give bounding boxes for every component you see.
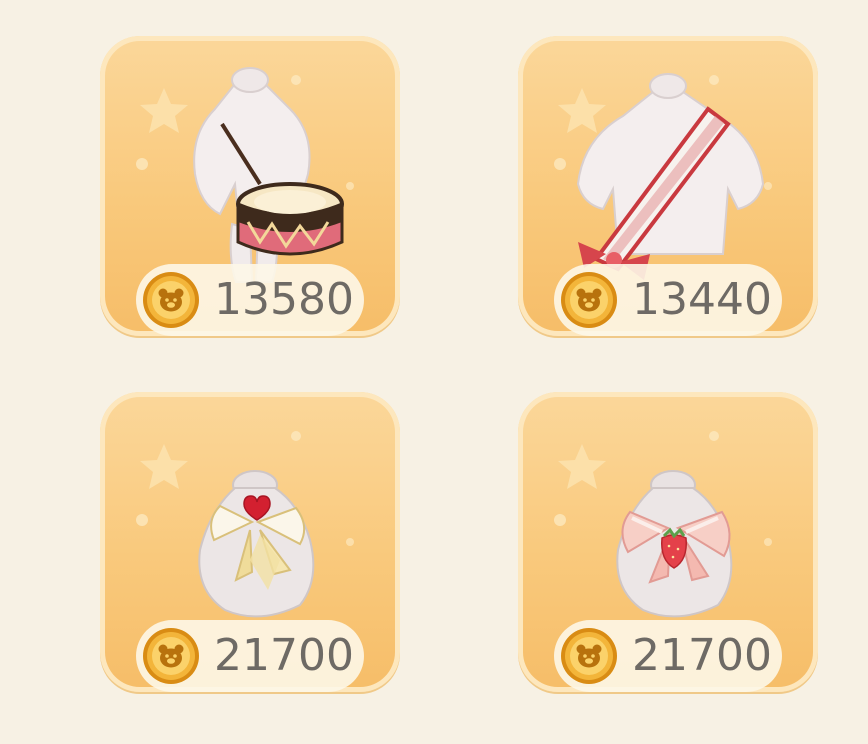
drum-outfit-icon bbox=[193, 67, 344, 283]
bear-coin-icon bbox=[561, 628, 617, 684]
bear-coin-icon bbox=[143, 628, 199, 684]
shop-item-card-drum-outfit[interactable]: 13580 bbox=[100, 36, 400, 336]
price-tag: 21700 bbox=[554, 620, 782, 692]
cream-bow-top-icon bbox=[198, 470, 315, 618]
price-tag: 13440 bbox=[554, 264, 782, 336]
price-text: 21700 bbox=[632, 630, 772, 681]
price-text: 13580 bbox=[214, 274, 354, 325]
shop-item-grid: 13580 13440 21700 21700 bbox=[0, 0, 868, 744]
shop-item-card-sash-outfit[interactable]: 13440 bbox=[518, 36, 818, 336]
strawberry-bow-top-icon bbox=[616, 470, 733, 618]
price-text: 21700 bbox=[214, 630, 354, 681]
price-tag: 13580 bbox=[136, 264, 364, 336]
bear-coin-icon bbox=[561, 272, 617, 328]
shop-item-card-cream-bow-top[interactable]: 21700 bbox=[100, 392, 400, 692]
shop-item-card-strawberry-bow-top[interactable]: 21700 bbox=[518, 392, 818, 692]
price-tag: 21700 bbox=[136, 620, 364, 692]
bear-coin-icon bbox=[143, 272, 199, 328]
price-text: 13440 bbox=[632, 274, 772, 325]
sash-outfit-icon bbox=[576, 73, 765, 280]
